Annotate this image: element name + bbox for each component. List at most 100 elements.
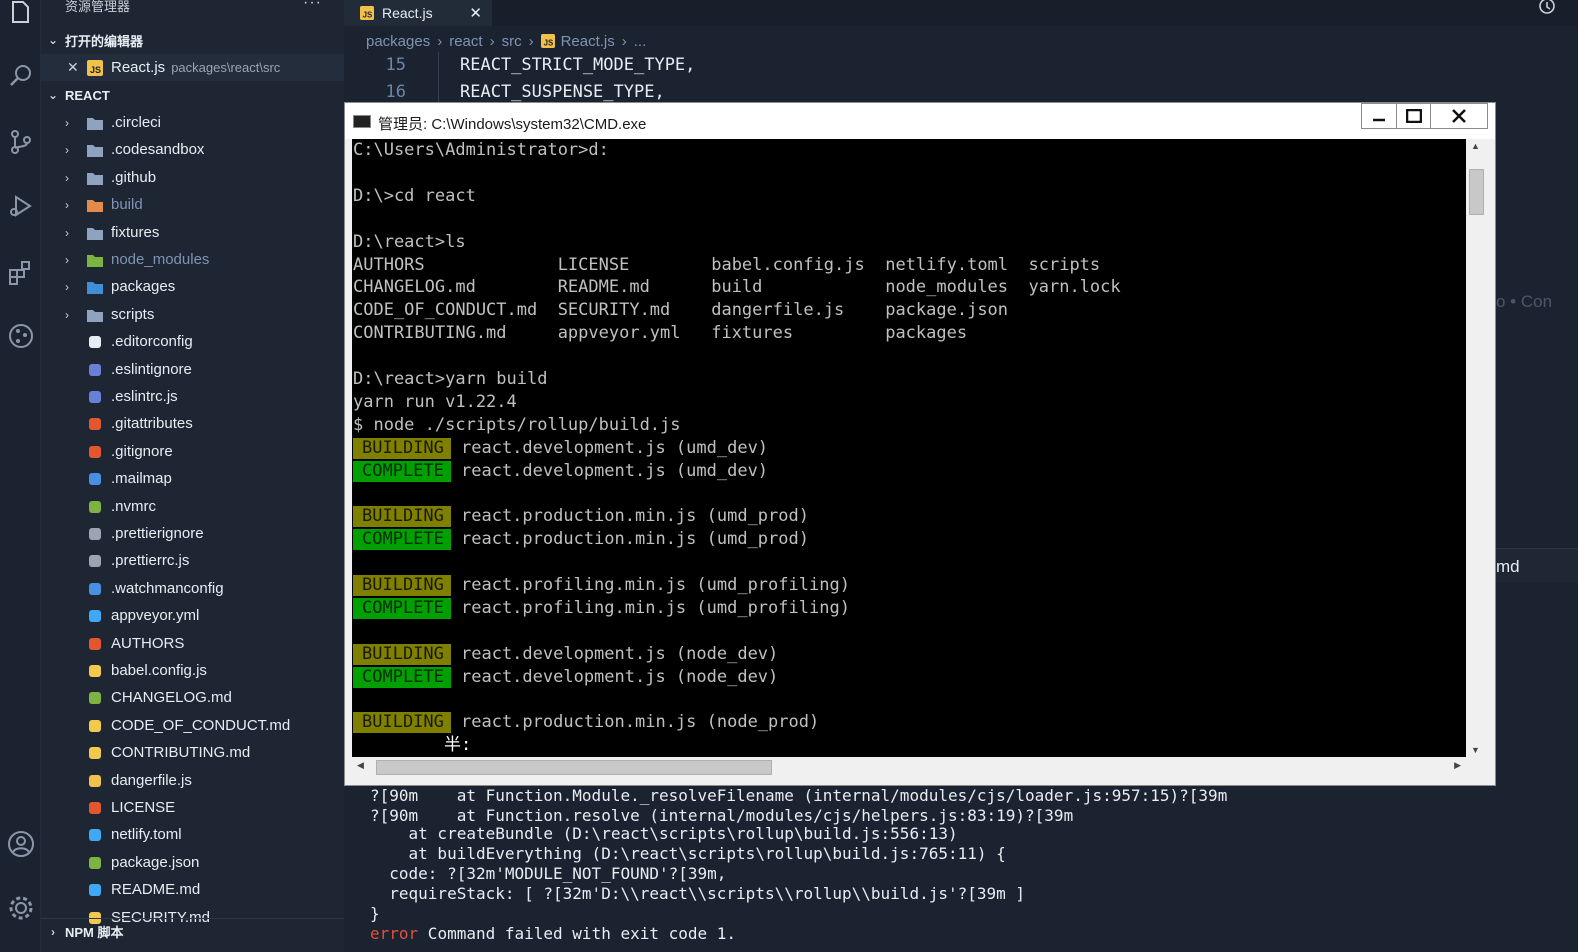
file-item[interactable]: README.md: [41, 876, 344, 903]
settings-gear-icon[interactable]: [0, 886, 41, 930]
open-editors-section[interactable]: ⌄ 打开的编辑器: [41, 27, 344, 53]
complete-badge: COMPLETE: [353, 598, 451, 619]
explorer-sidebar: 资源管理器 ··· ⌄ 打开的编辑器 ✕ JS React.js packages…: [41, 0, 344, 952]
file-item[interactable]: CHANGELOG.md: [41, 684, 344, 711]
project-section[interactable]: ⌄ REACT: [41, 82, 344, 108]
open-editor-item[interactable]: ✕ JS React.js packages\react\src: [41, 54, 344, 81]
node-folder-icon: [86, 251, 104, 269]
tab-close-button[interactable]: ✕: [469, 4, 482, 22]
explorer-icon[interactable]: [0, 0, 41, 34]
git-graph-icon[interactable]: [0, 314, 41, 358]
folder-item[interactable]: › build: [41, 191, 344, 218]
file-label: .eslintrc.js: [111, 388, 178, 405]
account-icon[interactable]: [0, 822, 41, 866]
building-badge: BUILDING: [353, 712, 451, 733]
npm-scripts-section[interactable]: › NPM 脚本: [41, 918, 344, 944]
cmd-title-bar[interactable]: 管理员: C:\Windows\system32\CMD.exe: [345, 103, 1495, 139]
folder-item[interactable]: › fixtures: [41, 219, 344, 246]
file-item[interactable]: dangerfile.js: [41, 767, 344, 794]
minimize-button[interactable]: [1361, 103, 1397, 129]
code-editor[interactable]: 15 REACT_STRICT_MODE_TYPE, 16 REACT_SUSP…: [344, 52, 1578, 104]
breadcrumb-symbol[interactable]: ...: [634, 33, 647, 50]
tab-bar: JS React.js ✕: [344, 0, 1578, 26]
terminal-line: }: [370, 904, 380, 923]
cmd-horizontal-scrollbar[interactable]: ◀ ▶: [352, 757, 1466, 777]
file-item[interactable]: .prettierignore: [41, 520, 344, 547]
svg-text:JS: JS: [543, 38, 553, 47]
scroll-thumb[interactable]: [376, 760, 772, 775]
file-item[interactable]: package.json: [41, 849, 344, 876]
folder-label: .github: [111, 169, 157, 186]
file-item[interactable]: .gitignore: [41, 438, 344, 465]
file-item[interactable]: .mailmap: [41, 465, 344, 492]
source-control-icon[interactable]: [0, 120, 41, 164]
file-item[interactable]: appveyor.yml: [41, 602, 344, 629]
file-item[interactable]: .nvmrc: [41, 493, 344, 520]
breadcrumb-file[interactable]: React.js: [561, 33, 615, 50]
console-line: CHANGELOG.md README.md build node_module…: [353, 277, 1121, 297]
folder-item[interactable]: › .circleci: [41, 109, 344, 136]
close-button[interactable]: [1430, 103, 1488, 129]
folder-label: packages: [111, 278, 176, 295]
cmd-window[interactable]: 管理员: C:\Windows\system32\CMD.exe C:\User…: [344, 102, 1496, 786]
file-label: .eslintignore: [111, 361, 192, 378]
contributing-icon: [86, 744, 104, 762]
file-label: appveyor.yml: [111, 607, 200, 624]
scripts-folder-icon: [86, 306, 104, 324]
extensions-icon[interactable]: [0, 250, 41, 294]
js-icon: JS: [86, 59, 104, 77]
cmd-console[interactable]: C:\Users\Administrator>d: D:\>cd react D:\…: [352, 139, 1466, 757]
file-item[interactable]: .eslintignore: [41, 356, 344, 383]
indent-guide: [438, 52, 439, 104]
file-item[interactable]: CODE_OF_CONDUCT.md: [41, 712, 344, 739]
build-folder-icon: [86, 196, 104, 214]
file-item[interactable]: CONTRIBUTING.md: [41, 739, 344, 766]
search-icon[interactable]: [0, 54, 41, 98]
chevron-right-icon: ›: [65, 142, 69, 157]
file-item[interactable]: LICENSE: [41, 794, 344, 821]
scroll-thumb[interactable]: [1469, 169, 1484, 215]
file-item[interactable]: .gitattributes: [41, 410, 344, 437]
build-target: react.development.js (node_dev): [461, 644, 779, 664]
file-item[interactable]: .editorconfig: [41, 328, 344, 355]
build-target: react.production.min.js (node_prod): [461, 712, 820, 732]
integrated-terminal[interactable]: ?[90m at Function.Module._resolveFilenam…: [344, 786, 1578, 952]
right-peek-text: o • Con: [1496, 292, 1553, 311]
folder-icon: [86, 141, 104, 159]
file-item[interactable]: .watchmanconfig: [41, 575, 344, 602]
file-label: CODE_OF_CONDUCT.md: [111, 717, 291, 734]
building-badge: BUILDING: [353, 575, 451, 596]
tab-react-js[interactable]: JS React.js ✕: [344, 0, 492, 26]
cmd-vertical-scrollbar[interactable]: ▲ ▼: [1466, 139, 1487, 757]
history-icon[interactable]: [1538, 0, 1556, 18]
authors-icon: [86, 635, 104, 653]
breadcrumb-react[interactable]: react: [449, 33, 482, 50]
folder-item[interactable]: › packages: [41, 273, 344, 300]
folder-item[interactable]: › .codesandbox: [41, 136, 344, 163]
breadcrumb-packages[interactable]: packages: [366, 33, 430, 50]
scroll-right-icon[interactable]: ▶: [1454, 760, 1461, 771]
maximize-button[interactable]: [1396, 103, 1431, 129]
scroll-up-icon[interactable]: ▲: [1471, 141, 1480, 151]
run-debug-icon[interactable]: [0, 184, 41, 228]
activity-bar: [0, 0, 41, 952]
console-line: D:\>cd react: [353, 186, 476, 206]
close-icon[interactable]: ✕: [67, 59, 79, 76]
scroll-down-icon[interactable]: ▼: [1471, 745, 1480, 755]
more-actions-button[interactable]: ···: [303, 0, 322, 12]
file-item[interactable]: babel.config.js: [41, 657, 344, 684]
breadcrumb-src[interactable]: src: [502, 33, 522, 50]
scroll-left-icon[interactable]: ◀: [357, 760, 364, 771]
folder-item[interactable]: › .github: [41, 164, 344, 191]
file-item[interactable]: .eslintrc.js: [41, 383, 344, 410]
file-item[interactable]: AUTHORS: [41, 630, 344, 657]
file-item[interactable]: netlify.toml: [41, 821, 344, 848]
building-badge: BUILDING: [353, 438, 451, 459]
folder-item[interactable]: › node_modules: [41, 246, 344, 273]
open-editors-label: 打开的编辑器: [65, 33, 144, 49]
folder-item[interactable]: › scripts: [41, 301, 344, 328]
file-item[interactable]: .prettierrc.js: [41, 547, 344, 574]
file-label: .gitignore: [111, 443, 173, 460]
changelog-icon: [86, 689, 104, 707]
file-label: CONTRIBUTING.md: [111, 744, 251, 761]
